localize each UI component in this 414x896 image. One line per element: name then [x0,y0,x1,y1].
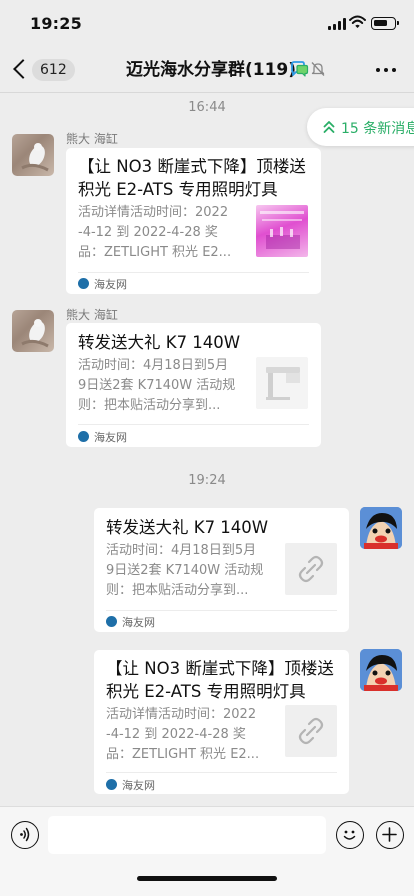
avatar[interactable] [360,649,402,691]
plus-icon[interactable] [376,821,404,849]
site-logo-icon [78,278,89,289]
avatar-image [360,507,402,549]
site-logo-icon [78,431,89,442]
header-divider [0,92,414,93]
chat-header: 612 迈光海水分享群(119) [0,48,414,92]
chevron-left-icon[interactable] [13,59,33,79]
voice-icon[interactable] [11,821,39,849]
chat-title[interactable]: 迈光海水分享群(119) [126,59,296,81]
card-divider [78,424,309,425]
card-title: 转发送大礼 K7 140W [106,518,269,537]
chat-timestamp: 19:24 [188,473,226,488]
card-description: 活动时间：4月18日到5月 [106,543,257,558]
chevrons-up-icon [323,121,335,133]
new-messages-button[interactable]: 15 条新消息 [307,108,414,146]
status-bar: 19:25 [0,0,414,48]
avatar-image [360,649,402,691]
wifi-icon [349,15,366,28]
avatar-image [21,143,49,172]
avatar[interactable] [360,507,402,549]
status-time: 19:25 [30,14,82,33]
card-source: 海友网 [94,431,127,444]
new-messages-label: 15 条新消息 [341,121,414,137]
card-thumbnail [285,705,337,757]
card-divider [78,272,309,273]
more-dots-icon[interactable] [376,68,396,72]
card-description: 9日送2套 K7140W 活动规 [78,378,236,393]
card-title: 积光 E2-ATS 专用照明灯具 [106,682,306,701]
card-description: 活动时间：4月18日到5月 [78,358,229,373]
card-thumbnail [285,543,337,595]
card-description: -4-12 到 2022-4-28 奖 [78,225,218,240]
avatar[interactable] [12,310,54,352]
chat-input-bar [0,806,414,896]
link-icon [298,555,324,583]
card-description: 则：把本贴活动分享到... [78,398,221,413]
emoji-icon[interactable] [336,821,364,849]
sender-name: 熊大 海缸 [66,132,118,146]
card-description: 活动详情活动时间：2022 [106,707,257,722]
card-title: 转发送大礼 K7 140W [78,333,241,352]
avatar-image [21,319,49,348]
avatar[interactable] [12,134,54,176]
card-thumbnail [256,357,308,409]
site-logo-icon [106,779,117,790]
message-input[interactable] [48,816,326,854]
site-logo-icon [106,616,117,627]
card-title: 积光 E2-ATS 专用照明灯具 [78,180,278,199]
card-divider [106,610,337,611]
link-card-message[interactable]: 转发送大礼 K7 140W 活动时间：4月18日到5月 9日送2套 K7140W… [66,323,321,447]
unread-count-badge[interactable]: 612 [32,59,75,81]
mute-bell-icon [311,62,325,76]
card-description: 活动详情活动时间：2022 [78,205,229,220]
sender-name: 熊大 海缸 [66,308,118,322]
card-description: -4-12 到 2022-4-28 奖 [106,727,246,742]
card-source: 海友网 [122,779,155,792]
card-description: 品：ZETLIGHT 积光 E2... [78,245,232,260]
card-divider [106,772,337,773]
card-description: 9日送2套 K7140W 活动规 [106,563,264,578]
battery-icon [371,17,399,30]
card-title: 【让 NO3 断崖式下降】顶楼送 [78,157,306,176]
card-description: 品：ZETLIGHT 积光 E2... [106,747,260,762]
link-card-message[interactable]: 【让 NO3 断崖式下降】顶楼送 积光 E2-ATS 专用照明灯具 活动详情活动… [66,148,321,294]
card-thumbnail [256,205,308,257]
card-source: 海友网 [94,278,127,291]
home-indicator[interactable] [137,876,277,881]
card-source: 海友网 [122,616,155,629]
link-card-message[interactable]: 转发送大礼 K7 140W 活动时间：4月18日到5月 9日送2套 K7140W… [94,508,349,632]
link-icon [298,717,324,745]
link-card-message[interactable]: 【让 NO3 断崖式下降】顶楼送 积光 E2-ATS 专用照明灯具 活动详情活动… [94,650,349,794]
card-title: 【让 NO3 断崖式下降】顶楼送 [106,659,334,678]
cellular-signal-icon [328,18,346,30]
card-description: 则：把本贴活动分享到... [106,583,249,598]
group-chat-icon [291,61,309,77]
